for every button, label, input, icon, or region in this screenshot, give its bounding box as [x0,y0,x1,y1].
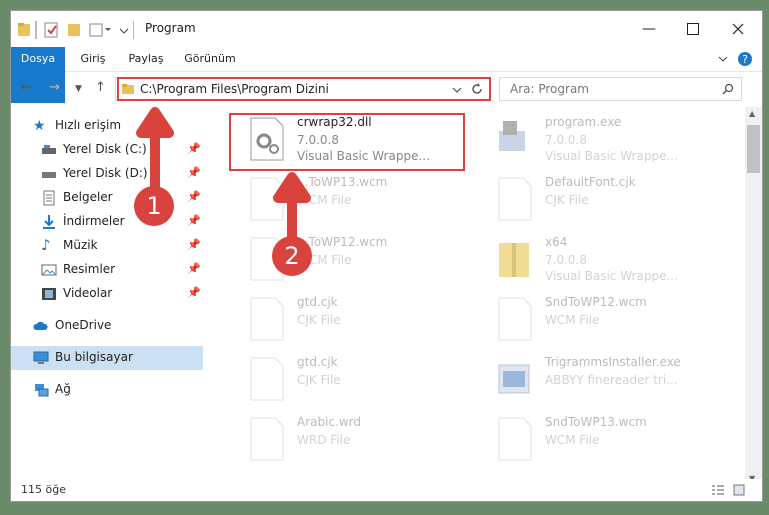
step-marker-1: 1 [134,186,174,226]
arrow-to-file-icon [273,172,311,238]
annotation-overlay [136,107,311,238]
step-marker-2: 2 [272,236,312,276]
